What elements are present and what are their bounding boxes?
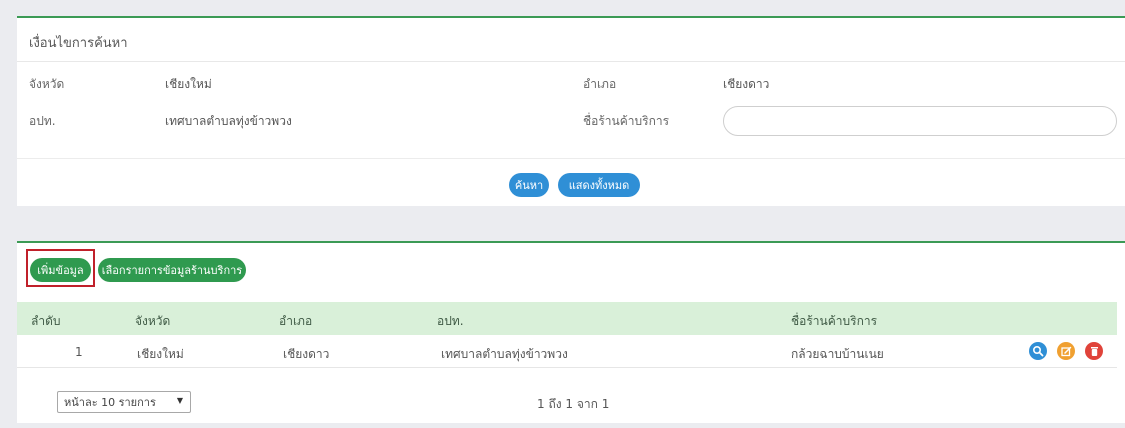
column-header-district: อำเภอ bbox=[279, 314, 313, 328]
district-label: อำเภอ bbox=[583, 77, 617, 91]
cell-district: เชียงดาว bbox=[283, 347, 330, 361]
lao-value: เทศบาลตำบลทุ่งข้าวพวง bbox=[165, 114, 292, 128]
cell-lao: เทศบาลตำบลทุ่งข้าวพวง bbox=[441, 347, 568, 361]
lao-label: อปท. bbox=[29, 114, 56, 128]
district-value: เชียงดาว bbox=[723, 77, 770, 91]
shop-name-label: ชื่อร้านค้าบริการ bbox=[583, 114, 670, 128]
search-panel-heading: เงื่อนไขการค้นหา bbox=[17, 18, 1125, 62]
add-data-button[interactable]: เพิ่มข้อมูล bbox=[30, 258, 91, 282]
select-shop-list-button[interactable]: เลือกรายการข้อมูลร้านบริการ bbox=[98, 258, 246, 282]
column-header-shop-name: ชื่อร้านค้าบริการ bbox=[791, 314, 878, 328]
cell-index: 1 bbox=[75, 345, 83, 359]
show-all-button[interactable]: แสดงทั้งหมด bbox=[558, 173, 640, 197]
table-header: ลำดับ จังหวัด อำเภอ อปท. ชื่อร้านค้าบริก… bbox=[17, 302, 1117, 335]
page-size-label: หน้าละ 10 รายการ bbox=[64, 396, 156, 409]
cell-province: เชียงใหม่ bbox=[137, 347, 184, 361]
column-header-province: จังหวัด bbox=[135, 314, 171, 328]
column-header-lao: อปท. bbox=[437, 314, 464, 328]
edit-icon[interactable] bbox=[1057, 342, 1075, 360]
search-icon[interactable] bbox=[1029, 342, 1047, 360]
results-panel: เพิ่มข้อมูล เลือกรายการข้อมูลร้านบริการ … bbox=[17, 241, 1125, 423]
search-panel: เงื่อนไขการค้นหา จังหวัด เชียงใหม่ อำเภอ… bbox=[17, 16, 1125, 206]
column-header-index: ลำดับ bbox=[31, 314, 61, 328]
page-size-select[interactable]: หน้าละ 10 รายการ ▼ bbox=[57, 391, 191, 413]
cell-shop-name: กล้วยฉาบบ้านเนย bbox=[791, 347, 884, 361]
province-value: เชียงใหม่ bbox=[165, 77, 212, 91]
table-row: 1 เชียงใหม่ เชียงดาว เทศบาลตำบลทุ่งข้าวพ… bbox=[17, 335, 1117, 368]
search-form-footer: ค้นหา แสดงทั้งหมด bbox=[17, 158, 1125, 206]
search-button[interactable]: ค้นหา bbox=[509, 173, 549, 197]
search-panel-title: เงื่อนไขการค้นหา bbox=[29, 36, 128, 51]
pagination-info: 1 ถึง 1 จาก 1 bbox=[537, 397, 610, 411]
province-label: จังหวัด bbox=[29, 77, 65, 91]
shop-name-input[interactable] bbox=[723, 106, 1117, 136]
chevron-down-icon: ▼ bbox=[176, 396, 183, 405]
trash-icon[interactable] bbox=[1085, 342, 1103, 360]
